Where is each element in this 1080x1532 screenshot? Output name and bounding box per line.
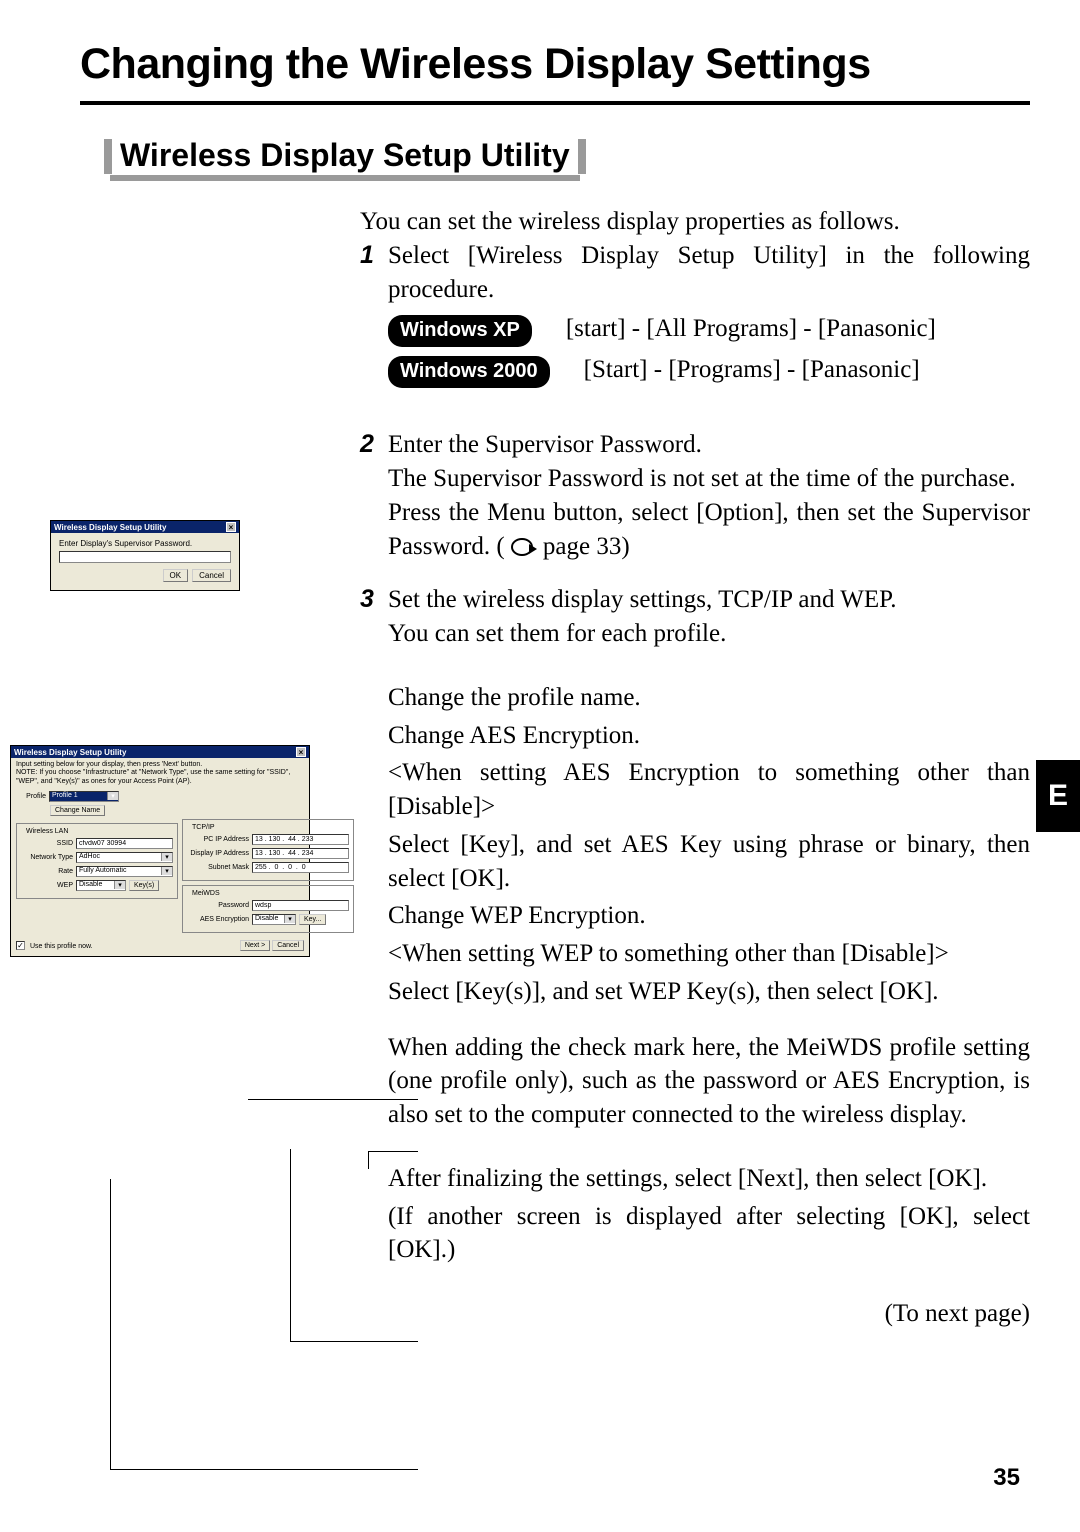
dispip-label: Display IP Address [187, 850, 249, 857]
ssid-label: SSID [21, 840, 73, 847]
page-title: Changing the Wireless Display Settings [80, 30, 1030, 105]
os-badge-xp: Windows XP [388, 315, 532, 347]
leader-line [290, 1341, 418, 1342]
step-text: Set the wireless display settings, TCP/I… [388, 583, 1030, 617]
step-number: 3 [360, 583, 388, 1331]
checkbox-icon[interactable]: ✓ [16, 941, 25, 950]
use-profile-checkbox-row[interactable]: ✓ Use this profile now. [16, 941, 93, 950]
pcip-label: PC IP Address [187, 836, 249, 843]
intro-text: You can set the wireless display propert… [360, 205, 1030, 239]
section-tab: E [1036, 760, 1080, 832]
aes-label: AES Encryption [187, 916, 249, 923]
profile-label: Profile [16, 793, 46, 800]
to-next-page: (To next page) [388, 1297, 1030, 1331]
step-text: You can set them for each profile. [388, 617, 1030, 651]
leader-line [368, 1151, 369, 1169]
cancel-button[interactable]: Cancel [192, 569, 231, 582]
callout-wep-when: <When setting WEP to something other tha… [388, 937, 1030, 971]
leader-line [290, 1149, 291, 1341]
step-text: The Supervisor Password is not set at th… [388, 462, 1030, 496]
final-text: (If another screen is displayed after se… [388, 1200, 1030, 1268]
group-wlan: Wireless LAN [24, 828, 70, 835]
group-meiwds: MeiWDS [190, 890, 222, 897]
step-number: 2 [360, 428, 388, 563]
ssid-input[interactable] [76, 838, 173, 849]
leader-line [110, 1179, 111, 1469]
final-text: After finalizing the settings, select [N… [388, 1162, 1030, 1196]
rate-select[interactable]: Fully Automatic [76, 866, 173, 877]
section-title: Wireless Display Setup Utility [110, 135, 580, 181]
dialog-note: Input setting below for your display, th… [11, 758, 309, 788]
page-number: 35 [993, 1464, 1020, 1492]
os-badge-2000: Windows 2000 [388, 356, 550, 388]
os-path: [Start] - [Programs] - [Panasonic] [584, 353, 920, 387]
wep-select[interactable]: Disable [76, 880, 126, 891]
wep-label: WEP [21, 882, 73, 889]
supervisor-password-dialog: Wireless Display Setup Utility × Enter D… [50, 520, 240, 591]
ok-button[interactable]: OK [163, 569, 189, 582]
password-input[interactable] [252, 900, 349, 911]
rate-label: Rate [21, 868, 73, 875]
page-ref-icon [511, 538, 533, 556]
keys-button[interactable]: Key(s) [129, 880, 159, 891]
group-tcpip: TCP/IP [190, 824, 217, 831]
cancel-button[interactable]: Cancel [272, 940, 304, 951]
change-name-button[interactable]: Change Name [50, 805, 105, 816]
dialog-title: Wireless Display Setup Utility [54, 523, 166, 532]
step-number: 1 [360, 239, 388, 389]
dialog-title: Wireless Display Setup Utility [14, 748, 126, 757]
pcip-input[interactable] [252, 834, 349, 845]
close-icon[interactable]: × [296, 747, 306, 757]
callout-wep-title: Change WEP Encryption. [388, 899, 1030, 933]
profile-select[interactable]: Profile 1 [49, 791, 119, 802]
key-button[interactable]: Key... [299, 914, 326, 925]
dispip-input[interactable] [252, 848, 349, 859]
step-text: Press the Menu button, select [Option], … [388, 496, 1030, 564]
checkbox-label: Use this profile now. [30, 943, 93, 950]
leader-line [368, 1151, 418, 1152]
step-text: Select [Wireless Display Setup Utility] … [388, 239, 1030, 307]
next-button[interactable]: Next > [240, 940, 270, 951]
subnet-input[interactable] [252, 862, 349, 873]
callout-aes-body: Select [Key], and set AES Key using phra… [388, 828, 1030, 896]
callout-aes-when: <When setting AES Encryption to somethin… [388, 756, 1030, 824]
callout-profile: Change the profile name. [388, 681, 1030, 715]
nettype-select[interactable]: AdHoc [76, 852, 173, 863]
callout-aes-title: Change AES Encryption. [388, 719, 1030, 753]
close-icon[interactable]: × [226, 522, 236, 532]
callout-checkbox: When adding the check mark here, the Mei… [388, 1031, 1030, 1132]
supervisor-password-input[interactable] [59, 551, 231, 563]
wireless-settings-dialog: Wireless Display Setup Utility × Input s… [10, 745, 310, 957]
step-text: Enter the Supervisor Password. [388, 428, 1030, 462]
aes-select[interactable]: Disable [252, 914, 296, 925]
leader-line [110, 1469, 418, 1470]
subnet-label: Subnet Mask [187, 864, 249, 871]
callout-wep-body: Select [Key(s)], and set WEP Key(s), the… [388, 975, 1030, 1009]
os-path: [start] - [All Programs] - [Panasonic] [566, 312, 936, 346]
leader-line [248, 1099, 418, 1100]
nettype-label: Network Type [21, 854, 73, 861]
password-label: Password [187, 902, 249, 909]
dialog-prompt: Enter Display's Supervisor Password. [59, 539, 231, 548]
